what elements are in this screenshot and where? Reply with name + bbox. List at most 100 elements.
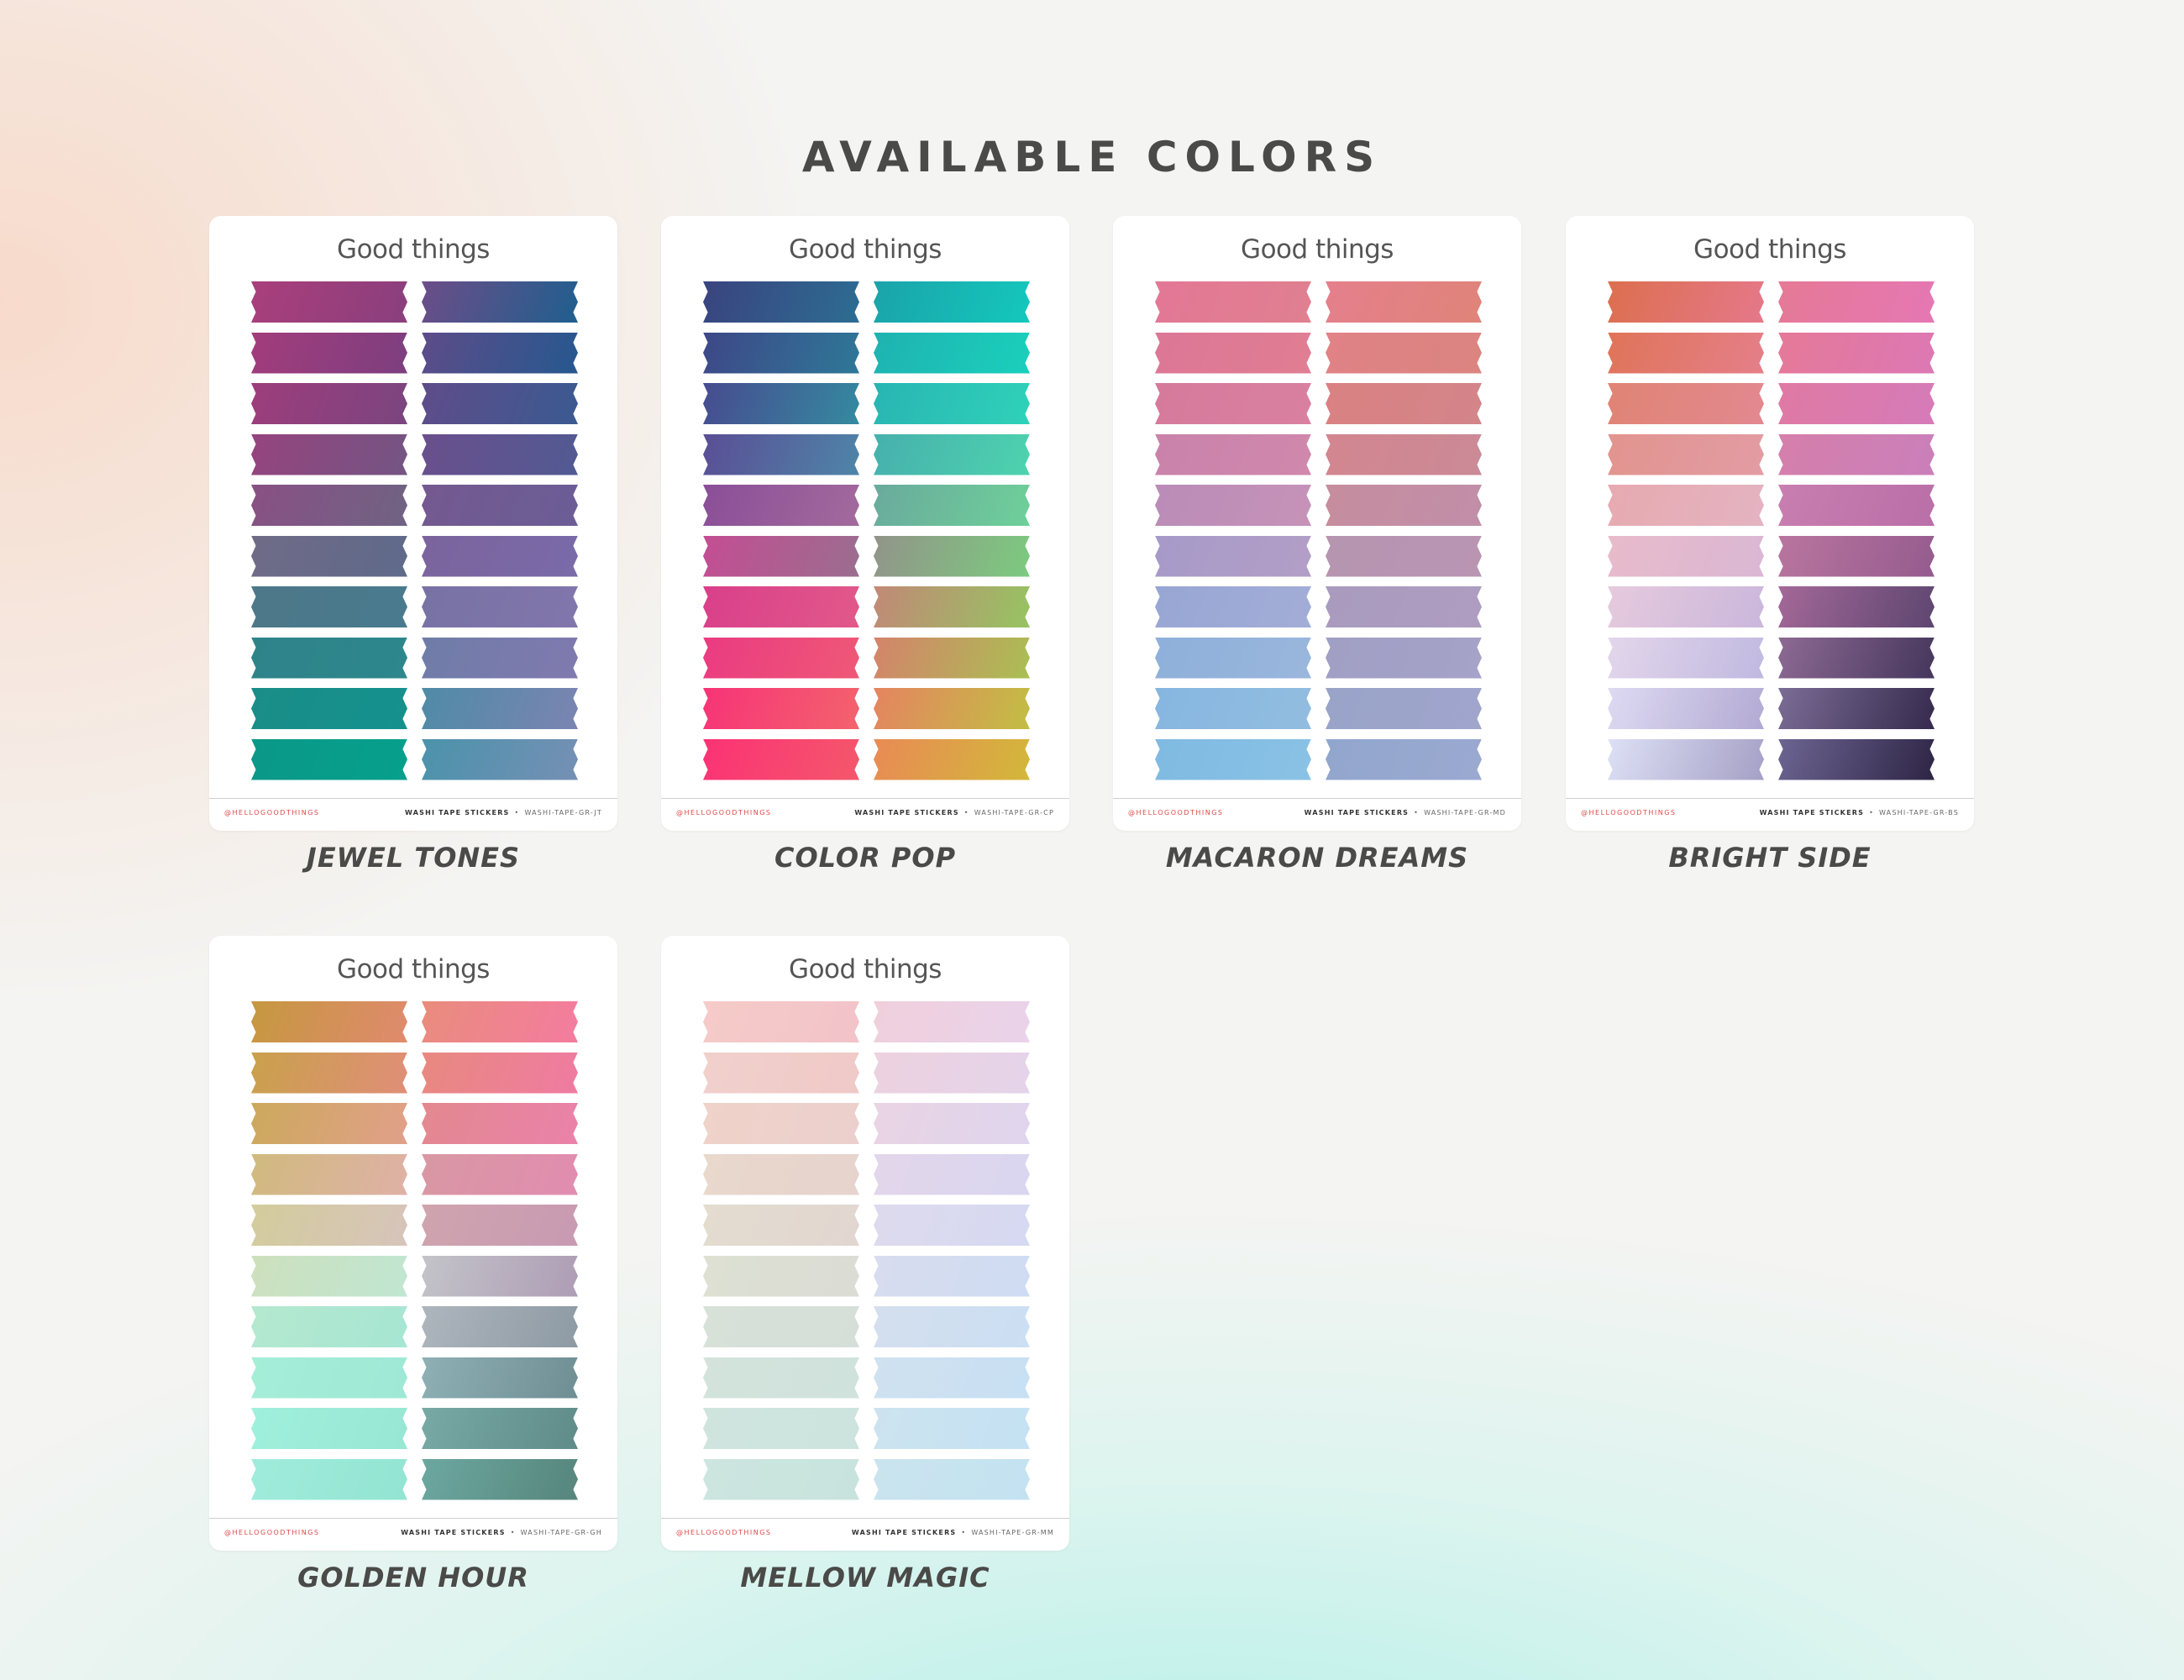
product-meta: WASHI TAPE STICKERS • WASHI-TAPE-GR-MD bbox=[1305, 809, 1506, 816]
separator-dot: • bbox=[514, 809, 520, 816]
washi-tape-strip bbox=[422, 433, 578, 475]
washi-tape-strip bbox=[1155, 688, 1311, 729]
product-meta: WASHI TAPE STICKERS • WASHI-TAPE-GR-JT bbox=[405, 809, 602, 816]
washi-tape-strip bbox=[874, 383, 1030, 424]
sticker-sheet: Good things @HELLOGOODTHINGS WASHI TAPE ST… bbox=[209, 216, 617, 831]
social-handle: @HELLOGOODTHINGS bbox=[1581, 809, 1677, 816]
washi-tape-strip bbox=[251, 1357, 407, 1399]
washi-tape-strip bbox=[703, 1001, 859, 1042]
collection-caption: MELLOW MAGIC bbox=[740, 1562, 990, 1593]
washi-tape-strip bbox=[874, 1205, 1030, 1246]
washi-tape-strip bbox=[1608, 688, 1764, 729]
collection-caption: GOLDEN HOUR bbox=[297, 1562, 529, 1593]
washi-tape-strip bbox=[422, 535, 578, 577]
separator-dot: • bbox=[963, 809, 969, 816]
washi-tape-strip bbox=[1326, 738, 1482, 780]
sheet-footer: @HELLOGOODTHINGS WASHI TAPE STICKERS • WASH… bbox=[661, 1518, 1069, 1551]
washi-tape-strip bbox=[251, 586, 407, 627]
washi-tape-strip bbox=[422, 1255, 578, 1297]
brand-logo: Good things bbox=[789, 234, 942, 265]
brand-logo: Good things bbox=[1693, 234, 1846, 265]
sheet-footer: @HELLOGOODTHINGS WASHI TAPE STICKERS • WASH… bbox=[661, 798, 1069, 831]
washi-tape-strip bbox=[422, 332, 578, 374]
product-meta: WASHI TAPE STICKERS • WASHI-TAPE-GR-MM bbox=[852, 1529, 1054, 1536]
social-handle: @HELLOGOODTHINGS bbox=[224, 809, 320, 816]
washi-tape-strip bbox=[1608, 383, 1764, 424]
washi-tape-strip bbox=[874, 535, 1030, 577]
brand-logo: Good things bbox=[1241, 234, 1394, 265]
washi-tape-strip bbox=[422, 637, 578, 679]
washi-tape-strip bbox=[1155, 637, 1311, 679]
washi-tape-strip bbox=[251, 281, 407, 323]
washi-tape-strip bbox=[1778, 688, 1935, 729]
washi-tape-strip bbox=[251, 1103, 407, 1144]
washi-tape-strip bbox=[1326, 383, 1482, 424]
washi-tape-strip bbox=[703, 281, 859, 323]
washi-tape-strip bbox=[251, 688, 407, 729]
washi-tape-strip bbox=[1608, 535, 1764, 577]
collection-caption: JEWEL TONES bbox=[306, 842, 521, 874]
washi-tape-strip bbox=[1155, 332, 1311, 374]
collection-caption: BRIGHT SIDE bbox=[1668, 842, 1872, 874]
washi-tape-strip bbox=[703, 383, 859, 424]
separator-dot: • bbox=[961, 1529, 967, 1536]
washi-tape-strip bbox=[251, 535, 407, 577]
sticker-sheet: Good things @HELLOGOODTHINGS WASHI TAPE ST… bbox=[209, 936, 617, 1551]
sticker-sheet: Good things @HELLOGOODTHINGS WASHI TAPE ST… bbox=[1566, 216, 1974, 831]
washi-tape-strip bbox=[251, 637, 407, 679]
washi-tape-strip bbox=[703, 738, 859, 780]
washi-tape-strip bbox=[251, 433, 407, 475]
washi-tape-strip bbox=[251, 1458, 407, 1500]
product-meta: WASHI TAPE STICKERS • WASHI-TAPE-GR-BS bbox=[1760, 809, 1959, 816]
washi-tape-strip bbox=[874, 738, 1030, 780]
washi-tape-strip bbox=[1155, 433, 1311, 475]
washi-tape-strip bbox=[251, 1052, 407, 1094]
washi-tape-strip bbox=[1326, 485, 1482, 526]
product-sku: WASHI-TAPE-GR-JT bbox=[524, 809, 602, 816]
brand-logo: Good things bbox=[789, 954, 942, 984]
washi-tape-strip bbox=[1778, 281, 1935, 323]
washi-tape-strip bbox=[422, 1408, 578, 1449]
product-sku: WASHI-TAPE-GR-GH bbox=[520, 1529, 602, 1536]
washi-tape-strip bbox=[1608, 332, 1764, 374]
washi-tape-strip bbox=[703, 1306, 859, 1347]
product-meta: WASHI TAPE STICKERS • WASHI-TAPE-GR-GH bbox=[401, 1529, 602, 1536]
washi-tape-strip bbox=[874, 1103, 1030, 1144]
sticker-sheet: Good things @HELLOGOODTHINGS WASHI TAPE ST… bbox=[1113, 216, 1521, 831]
washi-tape-strip bbox=[1326, 535, 1482, 577]
washi-tape-strip bbox=[422, 1153, 578, 1195]
washi-tape-strip bbox=[703, 1408, 859, 1449]
product-sku: WASHI-TAPE-GR-MM bbox=[971, 1529, 1054, 1536]
washi-tape-strip bbox=[1155, 281, 1311, 323]
washi-tape-strip bbox=[251, 1001, 407, 1042]
washi-tape-strip bbox=[1155, 485, 1311, 526]
product-name: WASHI TAPE STICKERS bbox=[401, 1529, 506, 1536]
separator-dot: • bbox=[1869, 809, 1874, 816]
washi-tape-strip bbox=[1326, 637, 1482, 679]
product-sku: WASHI-TAPE-GR-BS bbox=[1878, 809, 1959, 816]
washi-tape-strip bbox=[422, 1458, 578, 1500]
washi-tape-strip bbox=[874, 1001, 1030, 1042]
washi-tape-strip bbox=[422, 1103, 578, 1144]
sheet-footer: @HELLOGOODTHINGS WASHI TAPE STICKERS • WASH… bbox=[1566, 798, 1974, 831]
washi-tape-strip bbox=[874, 1306, 1030, 1347]
washi-tape-strip bbox=[251, 1306, 407, 1347]
washi-tape-strip bbox=[874, 688, 1030, 729]
washi-tape-strip bbox=[703, 1052, 859, 1094]
washi-tape-strip bbox=[251, 485, 407, 526]
washi-tape-strip bbox=[1326, 688, 1482, 729]
washi-tape-strip bbox=[703, 1205, 859, 1246]
sheet-footer: @HELLOGOODTHINGS WASHI TAPE STICKERS • WASH… bbox=[209, 798, 617, 831]
washi-tape-strip bbox=[422, 1205, 578, 1246]
washi-tape-strip bbox=[251, 383, 407, 424]
washi-tape-strip bbox=[251, 332, 407, 374]
product-name: WASHI TAPE STICKERS bbox=[1759, 809, 1865, 816]
washi-tape-strip bbox=[1326, 433, 1482, 475]
sheet-footer: @HELLOGOODTHINGS WASHI TAPE STICKERS • WASH… bbox=[209, 1518, 617, 1551]
washi-tape-strip bbox=[874, 485, 1030, 526]
washi-tape-strip bbox=[874, 433, 1030, 475]
sticker-sheet: Good things @HELLOGOODTHINGS WASHI TAPE ST… bbox=[661, 216, 1069, 831]
washi-tape-strip bbox=[703, 433, 859, 475]
washi-tape-strip bbox=[1155, 535, 1311, 577]
washi-tape-strip bbox=[1326, 332, 1482, 374]
